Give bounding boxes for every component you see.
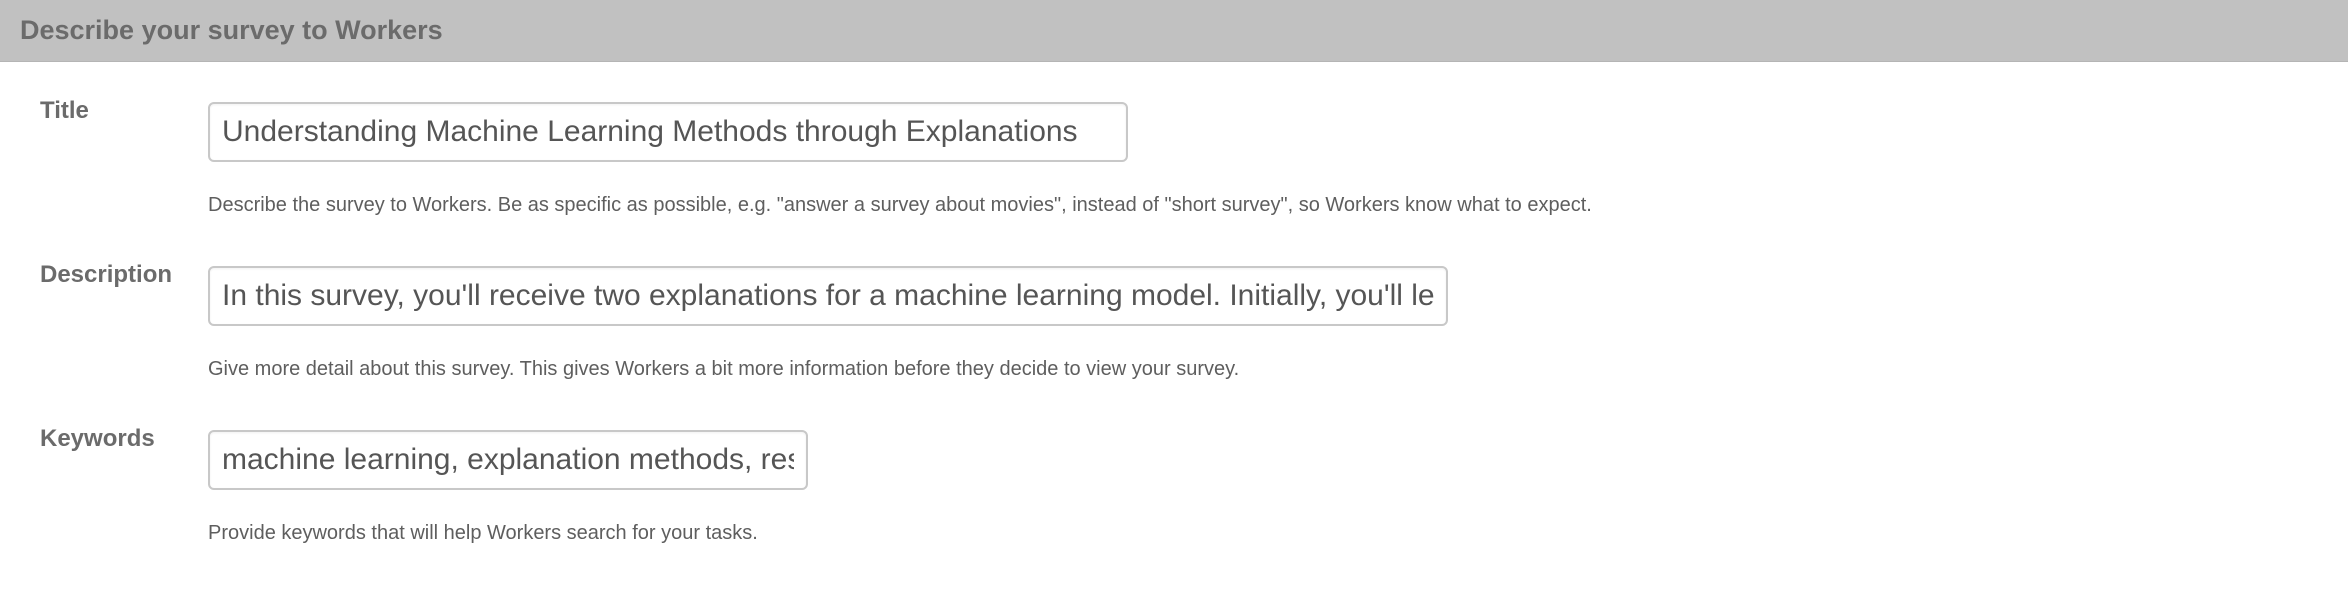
description-label: Description bbox=[40, 261, 173, 288]
keywords-help-text: Provide keywords that will help Workers … bbox=[208, 522, 758, 544]
title-label: Title bbox=[40, 97, 89, 124]
title-input[interactable] bbox=[208, 102, 1128, 162]
keywords-label: Keywords bbox=[40, 425, 155, 452]
keywords-input[interactable] bbox=[208, 430, 808, 490]
section-title: Describe your survey to Workers bbox=[20, 15, 443, 45]
description-help-text: Give more detail about this survey. This… bbox=[208, 358, 1240, 380]
description-input[interactable] bbox=[208, 266, 1448, 326]
section-header: Describe your survey to Workers bbox=[0, 0, 2348, 62]
title-help-text: Describe the survey to Workers. Be as sp… bbox=[208, 194, 1592, 216]
